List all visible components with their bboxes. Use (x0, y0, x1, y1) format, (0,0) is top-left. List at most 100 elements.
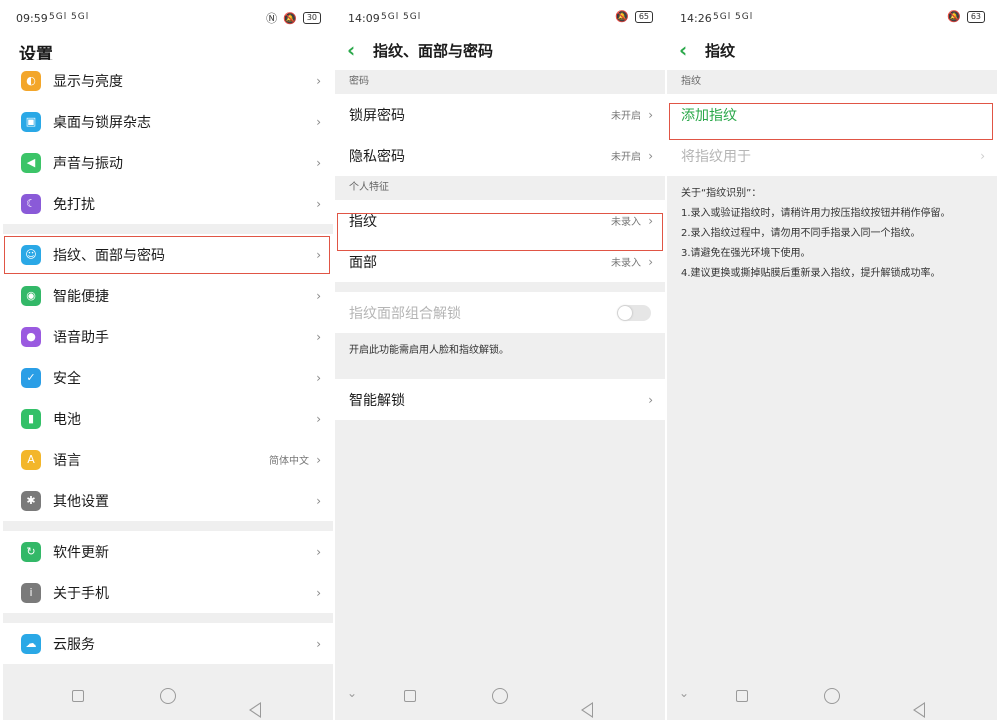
battery-level: 65 (634, 10, 653, 23)
back-icon[interactable]: ‹ (347, 38, 355, 62)
tip-line: 1.录入或验证指纹时，请稍许用力按压指纹按钮并稍作停留。 (681, 208, 951, 219)
mic-icon: ● (21, 326, 41, 347)
section-header: 指纹 (667, 70, 997, 94)
shield-icon: ✓ (21, 367, 41, 388)
settings-item-label: 电池 (53, 411, 81, 428)
back-nav-button[interactable] (249, 702, 261, 718)
chevron-down-icon[interactable]: ⌄ (679, 686, 689, 700)
mute-icon: 🔕 (283, 11, 297, 25)
add-fingerprint-button[interactable]: 添加指纹 (667, 94, 997, 135)
status-time: 14:26 (680, 12, 712, 25)
tip-line: 3.请避免在强光环境下使用。 (681, 248, 811, 259)
page-title: 指纹、面部与密码 (373, 42, 494, 60)
smart-unlock-item[interactable]: 智能解锁 › (335, 379, 665, 420)
chevron-right-icon: › (316, 329, 321, 344)
moon-icon: ☾ (21, 193, 41, 214)
chevron-down-icon[interactable]: ⌄ (347, 686, 357, 700)
page-header: ‹ 指纹、面部与密码 (335, 36, 665, 70)
settings-item-label: 桌面与锁屏杂志 (53, 114, 151, 131)
battery-level: 63 (966, 10, 985, 23)
settings-item[interactable]: ◉ 智能便捷 › (3, 275, 333, 316)
settings-item[interactable]: ◀ 声音与振动 › (3, 142, 333, 183)
signal-icon: 5Gl 5Gl (381, 12, 422, 22)
recents-button[interactable] (72, 690, 84, 702)
chevron-right-icon: › (316, 196, 321, 211)
mute-icon: 🔕 (947, 10, 961, 23)
back-nav-button[interactable] (913, 702, 925, 718)
nav-bar (3, 676, 333, 720)
chevron-right-icon: › (648, 213, 653, 228)
settings-item-label: 软件更新 (53, 544, 109, 561)
settings-item[interactable]: ☺ 指纹、面部与密码 › (3, 234, 333, 275)
signal-icon: 5Gl 5Gl (713, 12, 754, 22)
settings-item[interactable]: ↻ 软件更新 › (3, 531, 333, 572)
use-fingerprint-for-item[interactable]: 将指纹用于 › (667, 135, 997, 176)
settings-item[interactable]: ▣ 桌面与锁屏杂志 › (3, 101, 333, 142)
section-header: 个人特征 (335, 176, 665, 200)
settings-list[interactable]: ◐ 显示与亮度 › ▣ 桌面与锁屏杂志 › ◀ 声音与振动 › ☾ 免打扰 › ☺ 指纹、面部与密码 › ◉ 智… (3, 60, 333, 664)
status-value: 未录入 (611, 258, 641, 269)
settings-item-label: 关于手机 (53, 585, 109, 602)
settings-item-label: 云服务 (53, 636, 95, 653)
settings-item-label: 安全 (53, 370, 81, 387)
chevron-right-icon: › (316, 370, 321, 385)
settings-item[interactable]: ✱ 其他设置 › (3, 480, 333, 521)
chevron-right-icon: › (316, 585, 321, 600)
home-button[interactable] (492, 688, 508, 704)
nfc-icon: Ⓝ (266, 12, 278, 25)
status-bar: 14:26 5Gl 5Gl 🔕 63 (667, 0, 997, 36)
mute-icon: 🔕 (615, 10, 629, 23)
chevron-right-icon: › (316, 493, 321, 508)
status-value: 未开启 (611, 111, 641, 122)
settings-item-label: 语言 (53, 452, 81, 469)
chevron-right-icon: › (980, 148, 985, 163)
gear-icon: ✱ (21, 490, 41, 511)
recents-button[interactable] (404, 690, 416, 702)
settings-item-label: 指纹、面部与密码 (53, 247, 165, 264)
status-bar: 09:59 5Gl 5Gl Ⓝ 🔕 30 (3, 0, 333, 36)
nav-bar: ⌄ (335, 676, 665, 720)
chevron-right-icon: › (316, 544, 321, 559)
chevron-right-icon: › (316, 247, 321, 262)
back-icon[interactable]: ‹ (679, 38, 687, 62)
recents-button[interactable] (736, 690, 748, 702)
settings-item[interactable]: ☁ 云服务 › (3, 623, 333, 664)
settings-item[interactable]: A 语言 简体中文 › (3, 439, 333, 480)
back-nav-button[interactable] (581, 702, 593, 718)
status-value: 未开启 (611, 152, 641, 163)
settings-item[interactable]: ☾ 免打扰 › (3, 183, 333, 224)
lock-password-item[interactable]: 锁屏密码 未开启 › (335, 94, 665, 135)
chevron-right-icon: › (316, 636, 321, 651)
chevron-right-icon: › (316, 411, 321, 426)
home-button[interactable] (160, 688, 176, 704)
chevron-right-icon: › (316, 114, 321, 129)
fingerprint-face-icon: ☺ (21, 244, 41, 265)
privacy-password-item[interactable]: 隐私密码 未开启 › (335, 135, 665, 176)
brightness-icon: ◐ (21, 70, 41, 91)
settings-item-label: 免打扰 (53, 196, 95, 213)
settings-list: 密码 锁屏密码 未开启 › 隐私密码 未开启 › 个人特征 指纹 未录入 › 面… (335, 70, 665, 420)
face-item[interactable]: 面部 未录入 › (335, 241, 665, 282)
chevron-right-icon: › (316, 155, 321, 170)
settings-item[interactable]: ✓ 安全 › (3, 357, 333, 398)
nav-bar: ⌄ (667, 676, 997, 720)
language-icon: A (21, 449, 41, 470)
cloud-icon: ☁ (21, 633, 41, 654)
status-bar: 14:09 5Gl 5Gl 🔕 65 (335, 0, 665, 36)
tip-line: 4.建议更换或撕掉贴膜后重新录入指纹，提升解锁成功率。 (681, 268, 941, 279)
signal-icon: 5Gl 5Gl (49, 12, 90, 22)
settings-item[interactable]: ▮ 电池 › (3, 398, 333, 439)
settings-item[interactable]: ◐ 显示与亮度 › (3, 60, 333, 101)
fingerprint-item[interactable]: 指纹 未录入 › (335, 200, 665, 241)
tip-line: 2.录入指纹过程中，请勿用不同手指录入同一个指纹。 (681, 228, 921, 239)
settings-item-label: 其他设置 (53, 493, 109, 510)
home-button[interactable] (824, 688, 840, 704)
combo-unlock-toggle[interactable] (617, 304, 651, 321)
settings-item[interactable]: ● 语音助手 › (3, 316, 333, 357)
page-header: ‹ 指纹 (667, 36, 997, 70)
combo-note: 开启此功能需启用人脸和指纹解锁。 (335, 333, 665, 379)
fingerprint-tips: 关于“指纹识别”： 1.录入或验证指纹时，请稍许用力按压指纹按钮并稍作停留。 2… (667, 176, 997, 292)
settings-item[interactable]: i 关于手机 › (3, 572, 333, 613)
settings-item-label: 声音与振动 (53, 155, 123, 172)
battery-level: 30 (302, 12, 321, 24)
